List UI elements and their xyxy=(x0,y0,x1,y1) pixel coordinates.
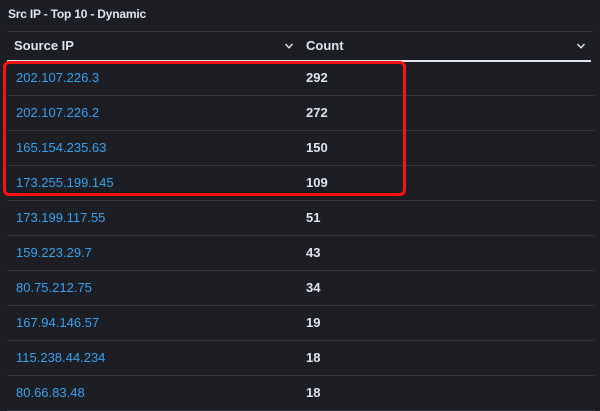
table-row: 167.94.146.57 19 xyxy=(7,306,595,341)
table-row: 165.154.235.63 150 xyxy=(7,131,595,166)
panel-title: Src IP - Top 10 - Dynamic xyxy=(8,7,146,21)
count-value: 43 xyxy=(306,245,321,260)
count-value: 150 xyxy=(306,140,328,155)
table-row: 80.75.212.75 34 xyxy=(7,271,595,306)
table-row: 115.238.44.234 18 xyxy=(7,341,595,376)
source-ip-link[interactable]: 165.154.235.63 xyxy=(16,131,106,166)
source-ip-link[interactable]: 202.107.226.2 xyxy=(16,96,99,131)
table-row: 173.255.199.145 109 xyxy=(7,166,595,201)
count-value: 19 xyxy=(306,315,321,330)
source-ip-link[interactable]: 202.107.226.3 xyxy=(16,61,99,96)
column-header-label: Source IP xyxy=(14,38,74,53)
table-row: 80.66.83.48 18 xyxy=(7,376,595,411)
table-body: 202.107.226.3 292 202.107.226.2 272 165.… xyxy=(7,61,595,411)
table-row: 173.199.117.55 51 xyxy=(7,201,595,236)
table-row: 202.107.226.2 272 xyxy=(7,96,595,131)
source-ip-link[interactable]: 80.66.83.48 xyxy=(16,376,85,411)
count-value: 51 xyxy=(306,210,321,225)
source-ip-link[interactable]: 173.255.199.145 xyxy=(16,166,114,201)
source-ip-link[interactable]: 173.199.117.55 xyxy=(16,201,105,236)
source-ip-link[interactable]: 159.223.29.7 xyxy=(16,236,92,271)
table-row: 202.107.226.3 292 xyxy=(7,61,595,96)
count-value: 18 xyxy=(306,350,321,365)
count-value: 272 xyxy=(306,105,328,120)
source-ip-link[interactable]: 115.238.44.234 xyxy=(16,341,105,376)
table-header: Source IP Count xyxy=(7,32,595,62)
column-header-count[interactable]: Count xyxy=(299,32,591,62)
chevron-down-icon[interactable] xyxy=(281,32,297,60)
data-table: Source IP Count 202.107.226.3 292 202.10… xyxy=(7,32,595,411)
chevron-down-icon[interactable] xyxy=(573,32,589,60)
column-header-source-ip[interactable]: Source IP xyxy=(7,32,299,62)
count-value: 109 xyxy=(306,175,328,190)
count-value: 292 xyxy=(306,70,328,85)
column-header-label: Count xyxy=(306,38,344,53)
source-ip-link[interactable]: 80.75.212.75 xyxy=(16,271,92,306)
source-ip-link[interactable]: 167.94.146.57 xyxy=(16,306,99,341)
count-value: 18 xyxy=(306,385,321,400)
count-value: 34 xyxy=(306,280,321,295)
table-row: 159.223.29.7 43 xyxy=(7,236,595,271)
